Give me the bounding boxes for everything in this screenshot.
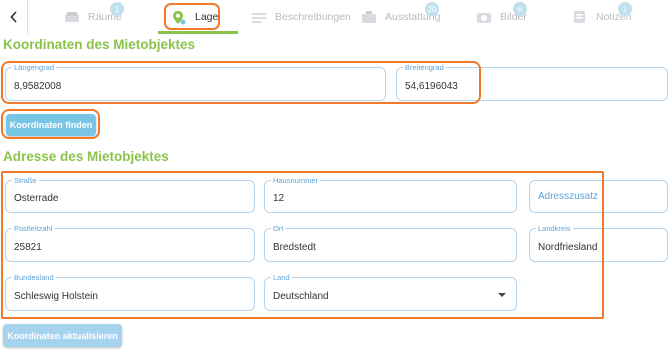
house-number-value: 12 <box>273 193 285 204</box>
chevron-left-icon <box>9 11 17 23</box>
street-value: Osterrade <box>14 193 59 204</box>
street-field[interactable]: Straße Osterrade <box>5 176 255 213</box>
update-coordinates-button[interactable]: Koordinaten aktualisieren <box>3 324 122 347</box>
coords-title: Koordinaten des Mietobjektes <box>3 37 196 52</box>
latitude-label: Breitengrad <box>403 63 446 72</box>
state-field[interactable]: Bundesland Schleswig Holstein <box>5 273 255 311</box>
city-label: Ort <box>271 224 286 233</box>
longitude-label: Längengrad <box>12 63 57 72</box>
longitude-field[interactable]: Längengrad 8,9582008 <box>5 63 386 101</box>
highlight-tab <box>164 3 220 30</box>
longitude-value: 8,9582008 <box>14 81 62 92</box>
tab-badge: 6 <box>513 2 527 16</box>
tab-beschreibungen[interactable]: Beschreibungen <box>251 0 351 34</box>
room-icon <box>64 10 80 24</box>
camera-icon <box>476 10 492 24</box>
street-label: Straße <box>12 176 39 185</box>
address-extra-placeholder: Adresszusatz <box>538 191 599 202</box>
city-field[interactable]: Ort Bredstedt <box>264 224 517 262</box>
tab-badge: 1 <box>110 2 124 16</box>
find-coordinates-button[interactable]: Koordinaten finden <box>6 114 96 136</box>
address-title: Adresse des Mietobjektes <box>3 149 169 164</box>
tab-notizen[interactable]: Notizen 1 <box>572 0 632 34</box>
tab-ausstattung[interactable]: Ausstattung 20 <box>361 0 440 34</box>
active-tab-indicator <box>158 31 238 34</box>
state-label: Bundesland <box>12 273 56 282</box>
description-icon <box>251 10 267 24</box>
country-label: Land <box>271 273 292 282</box>
address-extra-field[interactable]: Adresszusatz <box>529 180 668 213</box>
tab-badge: 20 <box>425 2 439 16</box>
house-number-label: Hausnummer <box>271 176 321 185</box>
tab-label: Beschreibungen <box>275 11 351 23</box>
chevron-down-icon <box>498 293 506 297</box>
city-value: Bredstedt <box>273 242 316 253</box>
house-number-field[interactable]: Hausnummer 12 <box>264 176 517 213</box>
equipment-icon <box>361 10 377 24</box>
district-field[interactable]: Landkreis Nordfriesland <box>529 224 668 262</box>
tab-badge: 1 <box>618 2 632 16</box>
district-label: Landkreis <box>536 224 573 233</box>
country-value: Deutschland <box>273 291 329 302</box>
zip-label: Postleitzahl <box>12 224 55 233</box>
tab-bar: Räume 1 Lage Beschreibungen Ausstattung … <box>0 0 670 34</box>
country-select[interactable]: Land Deutschland <box>264 273 517 311</box>
zip-field[interactable]: Postleitzahl 25821 <box>5 224 255 262</box>
tab-raeume[interactable]: Räume 1 <box>64 0 124 34</box>
latitude-value: 54,6196043 <box>405 81 458 92</box>
district-value: Nordfriesland <box>538 242 598 253</box>
tab-bilder[interactable]: Bilder 6 <box>476 0 527 34</box>
back-button[interactable] <box>0 0 28 34</box>
latitude-field[interactable]: Breitengrad 54,6196043 <box>396 63 668 101</box>
zip-value: 25821 <box>14 242 42 253</box>
state-value: Schleswig Holstein <box>14 291 98 302</box>
notes-icon <box>572 10 588 24</box>
